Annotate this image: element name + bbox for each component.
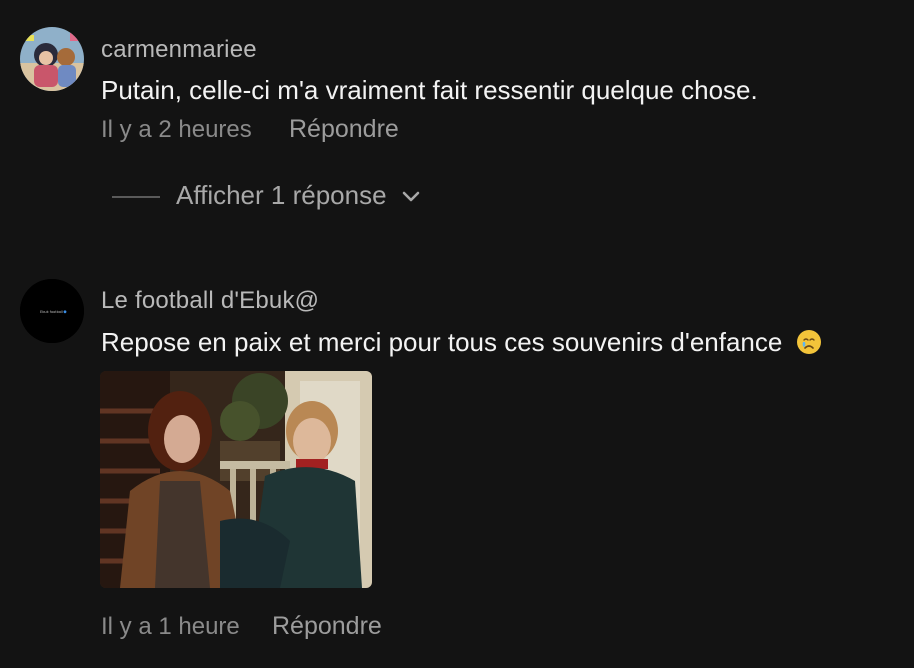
reply-button[interactable]: Répondre [272,612,382,641]
view-replies-label: Afficher 1 réponse [176,180,387,210]
comment-username[interactable]: Le football d'Ebuk@ [101,287,319,315]
chevron-down-icon [401,180,421,211]
avatar[interactable]: Ebuk football [20,279,84,343]
replies-divider [112,196,160,198]
comment-text: Putain, celle-ci m'a vraiment fait resse… [101,75,758,105]
comment-timestamp: Il y a 2 heures [101,116,252,143]
reply-button[interactable]: Répondre [289,115,399,144]
view-replies-button[interactable]: Afficher 1 réponse [176,180,421,211]
avatar-logo-text: Ebuk football [40,310,63,314]
crying-face-emoji-icon [796,329,822,355]
comment-timestamp: Il y a 1 heure [101,613,240,640]
comment-attached-image[interactable] [100,371,372,588]
comment-text: Repose en paix et merci pour tous ces so… [101,327,822,358]
comments-panel: carmenmariee Putain, celle-ci m'a vraime… [0,0,914,668]
avatar[interactable] [20,27,84,91]
comment-username[interactable]: carmenmariee [101,36,257,64]
comment-text-body: Repose en paix et merci pour tous ces so… [101,327,783,357]
